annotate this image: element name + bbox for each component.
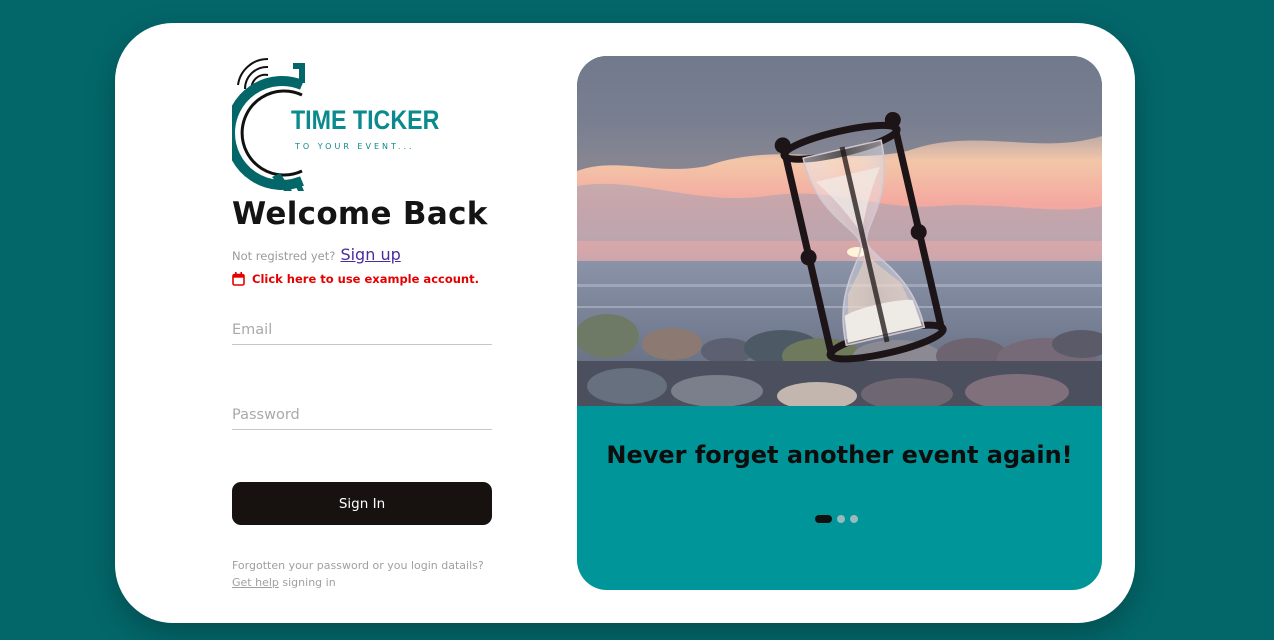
- calendar-icon: [232, 272, 245, 286]
- hourglass-beach-image: [577, 56, 1102, 406]
- help-text: Forgotten your password or you login dat…: [232, 557, 522, 591]
- signup-link[interactable]: Sign up: [340, 245, 400, 264]
- carousel-dot-1[interactable]: [815, 515, 832, 523]
- get-help-link[interactable]: Get help: [232, 576, 279, 589]
- login-card: TIME TICKER TO YOUR EVENT... Welcome Bac…: [115, 23, 1135, 623]
- carousel-dots: [815, 515, 858, 523]
- signup-prompt: Not registred yet?: [232, 249, 336, 263]
- email-field[interactable]: [232, 322, 492, 345]
- example-account-link[interactable]: Click here to use example account.: [232, 272, 479, 286]
- carousel-panel: Never forget another event again!: [577, 56, 1102, 590]
- password-field[interactable]: [232, 407, 492, 430]
- carousel-dot-3[interactable]: [850, 515, 858, 523]
- page-title: Welcome Back: [232, 196, 488, 232]
- brand-name: TIME TICKER: [291, 105, 440, 135]
- brand-tagline: TO YOUR EVENT...: [295, 142, 415, 151]
- carousel-dot-2[interactable]: [837, 515, 845, 523]
- help-question: Forgotten your password or you login dat…: [232, 559, 484, 572]
- carousel-slogan: Never forget another event again!: [606, 441, 1073, 469]
- help-suffix: signing in: [282, 576, 336, 589]
- signup-line: Not registred yet? Sign up: [232, 245, 401, 264]
- example-account-label: Click here to use example account.: [252, 272, 479, 286]
- sign-in-button[interactable]: Sign In: [232, 482, 492, 525]
